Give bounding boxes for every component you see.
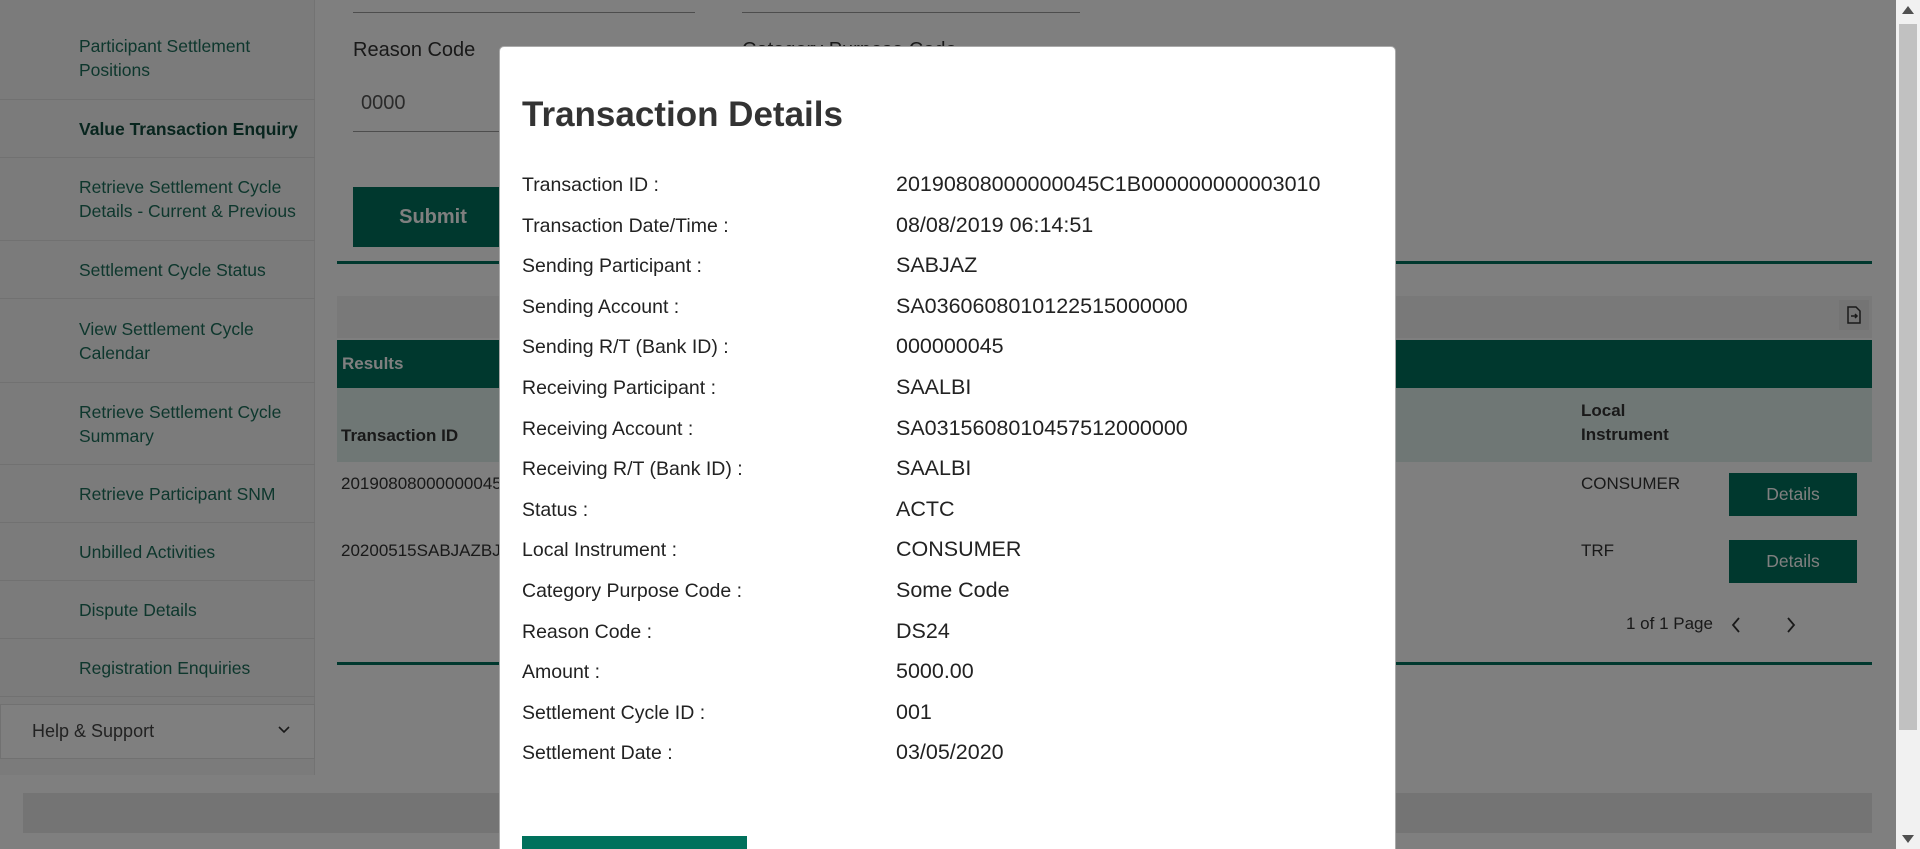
detail-label: Sending R/T (Bank ID) : xyxy=(522,336,729,359)
detail-value: 08/08/2019 06:14:51 xyxy=(896,212,1094,237)
detail-value: SAALBI xyxy=(896,456,972,481)
detail-value: SAALBI xyxy=(896,375,972,399)
detail-value: SABJAZ xyxy=(896,253,978,278)
scroll-up-icon[interactable] xyxy=(1902,6,1914,14)
detail-label: Settlement Date : xyxy=(522,742,673,765)
detail-label: Transaction ID : xyxy=(522,174,659,196)
scroll-down-icon[interactable] xyxy=(1902,835,1914,843)
detail-label: Reason Code : xyxy=(522,620,653,643)
detail-label: Amount : xyxy=(522,661,601,684)
scrollbar-thumb[interactable] xyxy=(1899,24,1917,730)
detail-value: Some Code xyxy=(896,578,1010,602)
detail-value: ACTC xyxy=(896,496,955,521)
detail-value: 000000045 xyxy=(896,334,1004,359)
detail-label: Status : xyxy=(522,498,589,521)
detail-label: Receiving Account : xyxy=(522,417,694,440)
detail-value: CONSUMER xyxy=(896,537,1022,562)
detail-label: Settlement Cycle ID : xyxy=(522,701,706,724)
page-scrollbar[interactable] xyxy=(1896,0,1920,849)
detail-value: 20190808000000045C1B000000000003010 xyxy=(896,172,1321,196)
detail-value: 001 xyxy=(896,699,932,724)
detail-label: Receiving Participant : xyxy=(522,377,717,399)
detail-label: Sending Account : xyxy=(522,295,680,318)
detail-label: Sending Participant : xyxy=(522,255,702,278)
detail-label: Receiving R/T (Bank ID) : xyxy=(522,458,743,481)
modal-action-button[interactable] xyxy=(522,836,747,849)
detail-value: DS24 xyxy=(896,618,950,643)
detail-label: Transaction Date/Time : xyxy=(522,214,729,237)
detail-label: Category Purpose Code : xyxy=(522,580,743,602)
detail-label: Local Instrument : xyxy=(522,539,677,562)
transaction-details-modal: Transaction Details Transaction ID : 2019… xyxy=(499,46,1396,849)
detail-value: 5000.00 xyxy=(896,659,974,684)
modal-title: Transaction Details xyxy=(522,95,843,134)
detail-value: 03/05/2020 xyxy=(896,740,1004,765)
detail-value: SA0315608010457512000000 xyxy=(896,415,1188,440)
detail-value: SA0360608010122515000000 xyxy=(896,293,1188,318)
